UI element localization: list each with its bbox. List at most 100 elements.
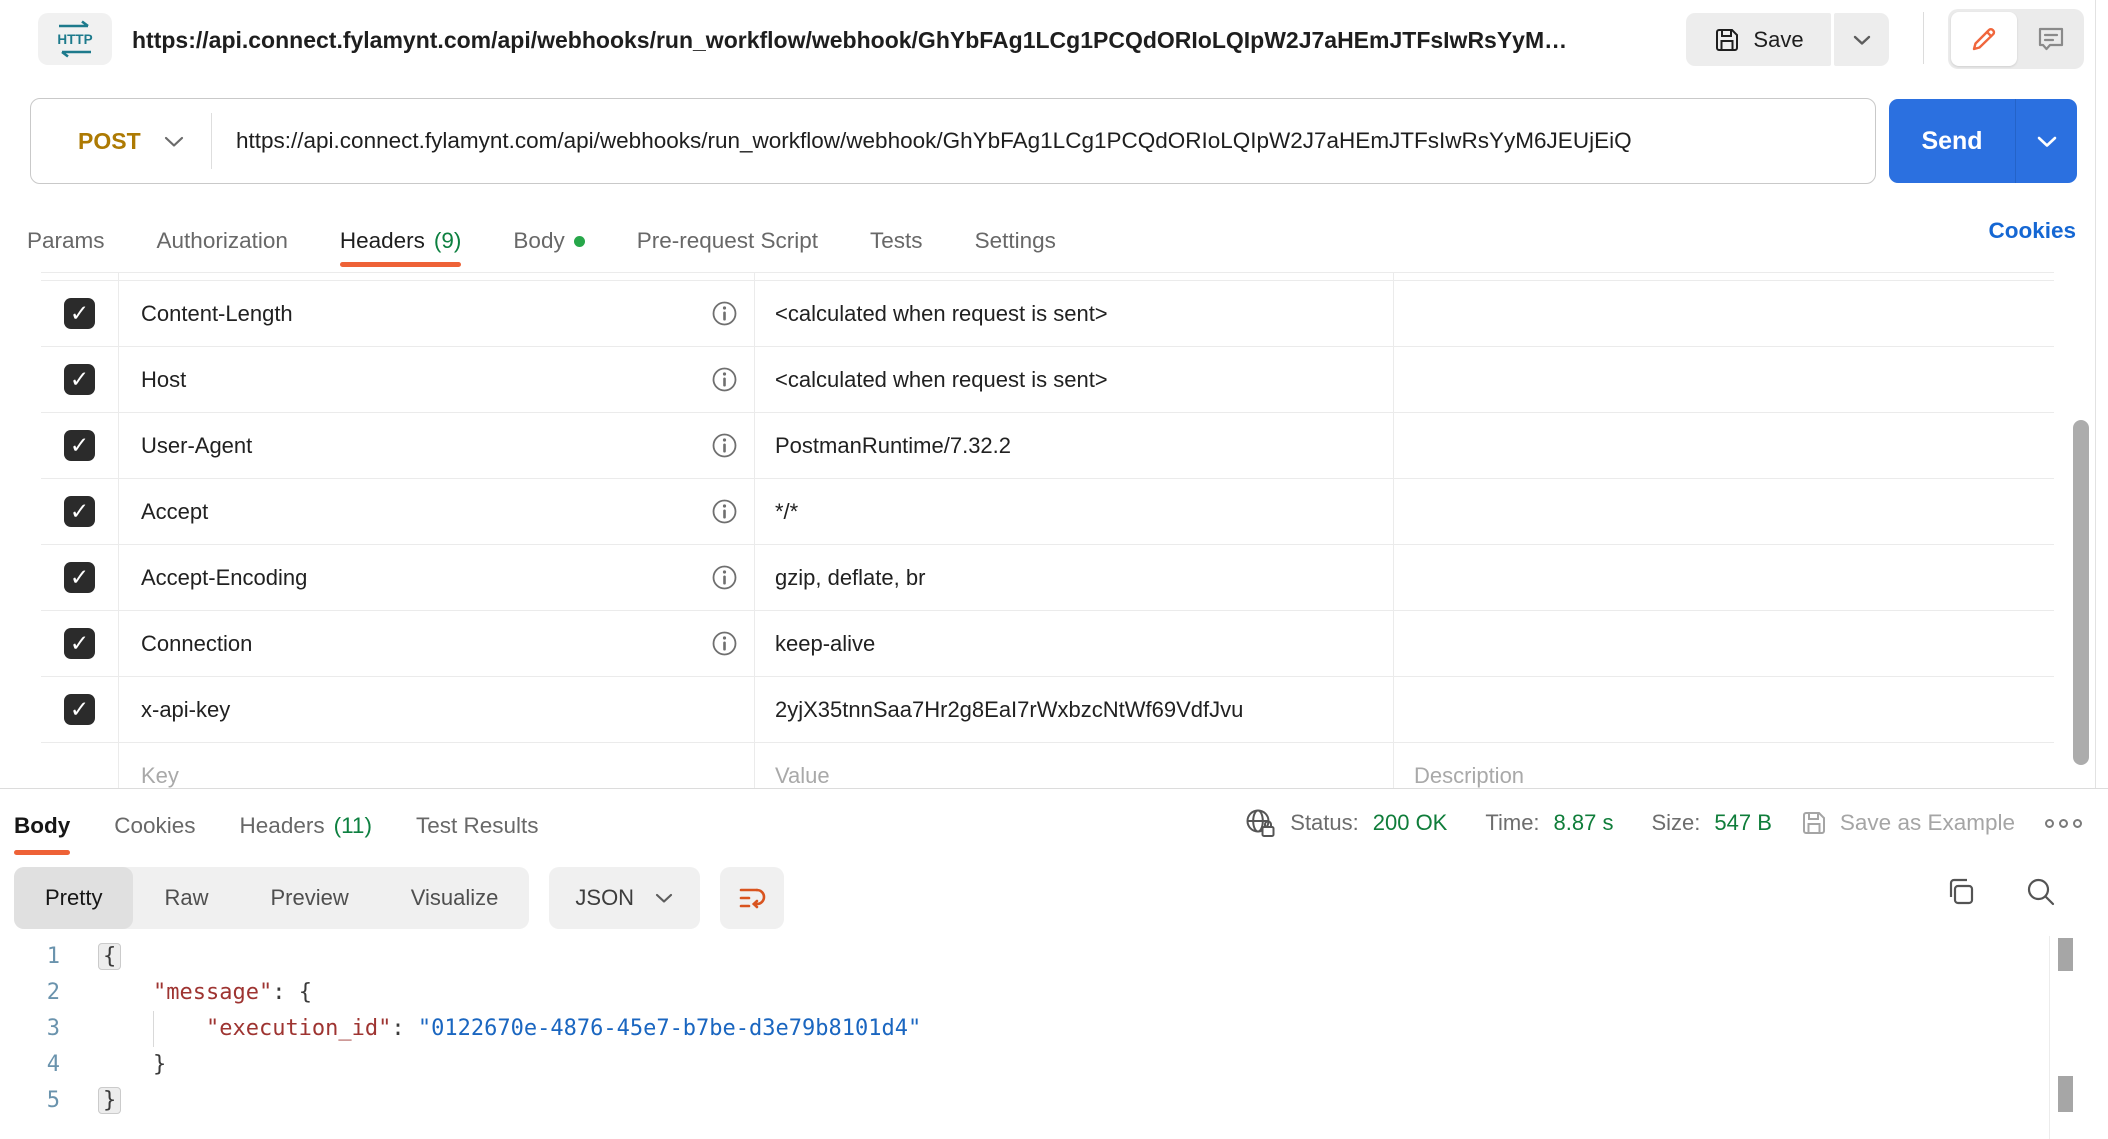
key-cell: Host	[119, 347, 755, 412]
header-value[interactable]: 2yjX35tnnSaa7Hr2g8EaI7rWxbzcNtWf69VdfJvu	[775, 697, 1243, 723]
header-checkbox[interactable]: ✓	[64, 694, 95, 725]
save-options-button[interactable]	[1834, 13, 1889, 66]
url-input[interactable]: https://api.connect.fylamynt.com/api/web…	[212, 128, 1875, 154]
code-scrollbar-thumb[interactable]	[2058, 1076, 2073, 1112]
info-icon[interactable]	[711, 630, 738, 657]
header-key[interactable]: Connection	[141, 631, 252, 657]
description-cell	[1394, 281, 2054, 346]
status-value[interactable]: 200 OK	[1373, 810, 1448, 836]
checkbox-cell: ✓	[41, 347, 119, 412]
wrap-lines-button[interactable]	[720, 867, 784, 929]
line-number: 3	[0, 1011, 60, 1047]
key-placeholder[interactable]: Key	[141, 763, 179, 789]
response-tab-headers[interactable]: Headers(11)	[240, 813, 372, 855]
info-icon[interactable]	[711, 300, 738, 327]
tab-tests[interactable]: Tests	[870, 228, 923, 272]
tab-authorization[interactable]: Authorization	[157, 228, 288, 272]
tab-label: Body	[14, 813, 70, 839]
header-row-accept: ✓ Accept */*	[41, 479, 2054, 545]
more-actions-button[interactable]	[2045, 819, 2082, 828]
key-cell: Connection	[119, 611, 755, 676]
header-value[interactable]: <calculated when request is sent>	[775, 367, 1108, 393]
value-placeholder[interactable]: Value	[775, 763, 830, 789]
value-cell: keep-alive	[755, 611, 1394, 676]
unsaved-dot-icon	[574, 236, 585, 247]
tab-settings[interactable]: Settings	[975, 228, 1056, 272]
new-header-row: Key Value Description	[41, 743, 2054, 788]
copy-icon	[1944, 875, 1978, 909]
header-checkbox[interactable]: ✓	[64, 562, 95, 593]
header-checkbox[interactable]: ✓	[64, 496, 95, 527]
tab-body[interactable]: Body	[513, 228, 584, 272]
code-text: "execution_id": "0122670e-4876-45e7-b7be…	[60, 1011, 921, 1047]
response-body-code[interactable]: 1{2 "message": {3 "execution_id": "01226…	[0, 939, 2045, 1139]
comments-button[interactable]	[2017, 9, 2084, 69]
header-key[interactable]: Accept-Encoding	[141, 565, 307, 591]
header-value[interactable]: PostmanRuntime/7.32.2	[775, 433, 1011, 459]
floppy-icon	[1713, 26, 1741, 54]
save-as-example-button[interactable]: Save as Example	[1800, 809, 2015, 837]
tab-label: Cookies	[114, 813, 195, 839]
info-icon[interactable]	[711, 564, 738, 591]
search-response-button[interactable]	[2024, 875, 2058, 909]
tab-pre-request-script[interactable]: Pre-request Script	[637, 228, 818, 272]
code-token: "message"	[153, 980, 272, 1005]
save-as-example-label: Save as Example	[1840, 810, 2015, 836]
tab-params[interactable]: Params	[27, 228, 105, 272]
info-icon[interactable]	[711, 366, 738, 393]
header-value[interactable]: <calculated when request is sent>	[775, 301, 1108, 327]
request-tabs: Params Authorization Headers(9) Body Pre-req…	[27, 195, 1056, 272]
save-button[interactable]: Save	[1686, 13, 1831, 66]
header-row-user-agent: ✓ User-Agent PostmanRuntime/7.32.2	[41, 413, 2054, 479]
line-number: 2	[0, 975, 60, 1011]
description-placeholder[interactable]: Description	[1394, 763, 1524, 789]
headers-scrollbar[interactable]	[2073, 420, 2089, 765]
view-tab-visualize[interactable]: Visualize	[380, 867, 530, 929]
request-url-row: POST https://api.connect.fylamynt.com/ap…	[0, 95, 2108, 195]
edit-docs-button[interactable]	[1951, 12, 2017, 66]
time-label: Time:	[1485, 810, 1539, 836]
header-checkbox[interactable]: ✓	[64, 298, 95, 329]
response-tab-body[interactable]: Body	[14, 813, 70, 855]
cookies-link[interactable]: Cookies	[1988, 218, 2076, 244]
size-value[interactable]: 547 B	[1714, 810, 1772, 836]
header-key[interactable]: Content-Length	[141, 301, 293, 327]
header-checkbox[interactable]: ✓	[64, 364, 95, 395]
header-key[interactable]: Accept	[141, 499, 208, 525]
globe-lock-icon[interactable]	[1244, 807, 1276, 839]
tab-headers[interactable]: Headers(9)	[340, 228, 462, 272]
checkbox-cell: ✓	[41, 545, 119, 610]
send-button[interactable]: Send	[1889, 99, 2077, 183]
code-scrollbar-thumb[interactable]	[2058, 938, 2073, 971]
info-circle-icon	[711, 300, 738, 327]
copy-response-button[interactable]	[1944, 875, 1978, 909]
info-icon[interactable]	[711, 432, 738, 459]
line-number: 4	[0, 1047, 60, 1083]
format-selector[interactable]: JSON	[549, 867, 700, 929]
header-key[interactable]: Host	[141, 367, 186, 393]
header-key[interactable]: x-api-key	[141, 697, 230, 723]
view-mode-tabs: PrettyRawPreviewVisualize	[14, 867, 529, 929]
send-options-button[interactable]	[2016, 99, 2077, 183]
header-value[interactable]: gzip, deflate, br	[775, 565, 925, 591]
code-text: {	[60, 939, 119, 975]
value-cell: <calculated when request is sent>	[755, 347, 1394, 412]
response-tab-test-results[interactable]: Test Results	[416, 813, 539, 855]
header-value[interactable]: keep-alive	[775, 631, 875, 657]
view-tab-preview[interactable]: Preview	[239, 867, 379, 929]
header-checkbox[interactable]: ✓	[64, 430, 95, 461]
header-checkbox[interactable]: ✓	[64, 628, 95, 659]
key-cell: x-api-key	[119, 677, 755, 742]
tab-label: Body	[513, 228, 564, 254]
response-tab-cookies[interactable]: Cookies	[114, 813, 195, 855]
request-title: https://api.connect.fylamynt.com/api/web…	[132, 0, 1652, 80]
cell	[119, 273, 755, 280]
info-icon[interactable]	[711, 498, 738, 525]
pencil-icon	[1969, 24, 1999, 54]
time-value[interactable]: 8.87 s	[1554, 810, 1614, 836]
view-tab-pretty[interactable]: Pretty	[14, 867, 133, 929]
method-selector[interactable]: POST	[31, 128, 211, 155]
header-value[interactable]: */*	[775, 499, 798, 525]
view-tab-raw[interactable]: Raw	[133, 867, 239, 929]
header-key[interactable]: User-Agent	[141, 433, 252, 459]
